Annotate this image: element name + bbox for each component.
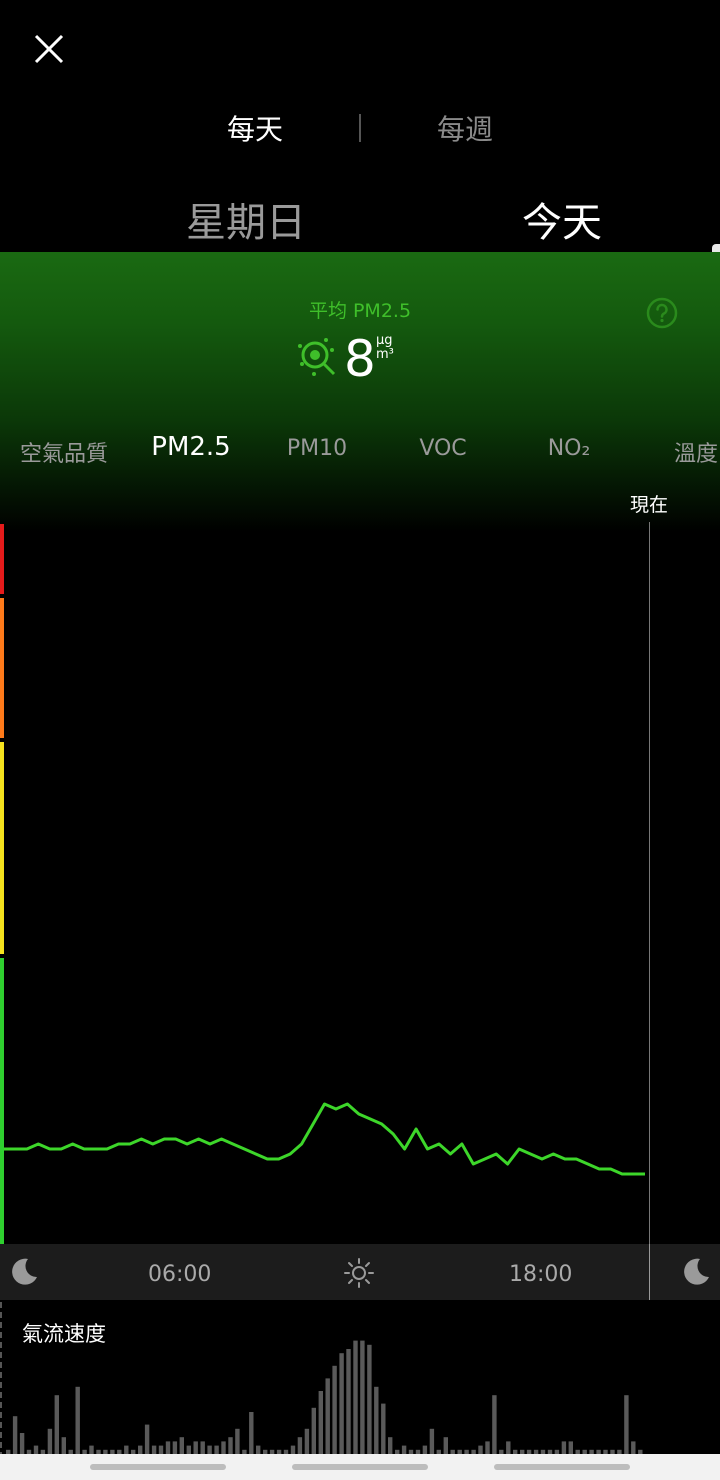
airflow-bar xyxy=(429,1428,435,1454)
unit-bottom: m³ xyxy=(376,347,394,362)
summary-panel xyxy=(0,252,720,532)
help-button[interactable] xyxy=(646,297,678,329)
airflow-bar xyxy=(179,1437,184,1454)
time-axis-now-divider xyxy=(649,1244,650,1300)
metric-tab-pm25[interactable]: PM2.5 xyxy=(146,432,236,462)
airflow-bar xyxy=(151,1445,157,1454)
airflow-bar xyxy=(353,1340,358,1454)
airflow-bar xyxy=(75,1386,80,1454)
airflow-bar xyxy=(568,1441,573,1454)
tab-daily[interactable]: 每天 xyxy=(185,108,325,148)
airflow-bar xyxy=(158,1445,164,1454)
airflow-bar xyxy=(19,1433,25,1454)
time-label-1800: 18:00 xyxy=(509,1262,573,1287)
nav-home-button[interactable] xyxy=(292,1464,428,1470)
airflow-bar xyxy=(256,1445,261,1454)
sun-icon xyxy=(344,1258,374,1288)
airflow-bar xyxy=(61,1437,66,1454)
airflow-bar xyxy=(311,1407,316,1454)
airflow-chart xyxy=(0,1302,643,1454)
airflow-bar xyxy=(304,1428,310,1454)
unit-label: μg m³ xyxy=(376,334,394,362)
metric-tab-no2[interactable]: NO₂ xyxy=(536,436,602,461)
metric-tab-air-quality[interactable]: 空氣品質 xyxy=(18,436,110,468)
airflow-bar xyxy=(138,1445,143,1454)
metric-tab-voc[interactable]: VOC xyxy=(408,436,478,461)
airflow-bar xyxy=(165,1441,171,1454)
moon-icon xyxy=(684,1258,709,1285)
airflow-bar xyxy=(193,1441,198,1454)
airflow-bar xyxy=(374,1386,379,1454)
tab-divider xyxy=(359,114,361,142)
airflow-bar xyxy=(325,1378,330,1454)
airflow-bar xyxy=(624,1395,629,1454)
airflow-bar xyxy=(422,1445,428,1454)
scale-band-yellow xyxy=(0,742,4,954)
airflow-bar xyxy=(631,1441,636,1454)
moon-icon xyxy=(12,1258,38,1285)
airflow-bar xyxy=(200,1441,205,1454)
time-label-0600: 06:00 xyxy=(148,1262,212,1287)
airflow-bar xyxy=(492,1395,497,1454)
airflow-bar xyxy=(47,1428,53,1454)
average-label: 平均 PM2.5 xyxy=(308,300,412,322)
airflow-bar xyxy=(367,1344,372,1454)
airflow-bar xyxy=(124,1445,129,1454)
airflow-bar xyxy=(207,1445,212,1454)
airflow-bar xyxy=(144,1424,150,1454)
pm25-line xyxy=(4,1102,645,1176)
tab-weekly[interactable]: 每週 xyxy=(395,108,535,148)
airflow-bar xyxy=(485,1441,490,1454)
day-tab-sunday[interactable]: 星期日 xyxy=(126,190,366,248)
airflow-label: 氣流速度 xyxy=(22,1322,106,1346)
nav-recent-button[interactable] xyxy=(90,1464,226,1470)
airflow-bar xyxy=(318,1391,323,1454)
pm25-chart xyxy=(0,524,645,1244)
scale-band-green xyxy=(0,958,4,1244)
airflow-bar xyxy=(228,1437,233,1454)
airflow-bar xyxy=(214,1445,219,1454)
average-value: 8 xyxy=(344,330,376,388)
airflow-bar xyxy=(297,1437,303,1454)
metric-tab-temperature[interactable]: 溫度 xyxy=(672,436,720,468)
airflow-bar xyxy=(339,1353,344,1454)
airflow-bar xyxy=(172,1441,178,1454)
airflow-bar xyxy=(381,1403,386,1454)
airflow-bar xyxy=(89,1445,94,1454)
airflow-bar xyxy=(33,1445,39,1454)
scale-band-red xyxy=(0,524,4,594)
airflow-bar xyxy=(12,1416,18,1454)
airflow-bar xyxy=(478,1445,483,1454)
airflow-bar xyxy=(443,1437,448,1454)
airflow-bar xyxy=(506,1441,511,1454)
particle-icon xyxy=(296,336,338,378)
airflow-bar xyxy=(221,1441,226,1454)
airflow-bar xyxy=(332,1365,337,1454)
airflow-bar xyxy=(290,1445,296,1454)
help-icon xyxy=(646,297,678,329)
unit-top: μg xyxy=(376,333,393,348)
now-label: 現在 xyxy=(630,494,669,516)
airflow-bar xyxy=(561,1441,567,1454)
nav-back-button[interactable] xyxy=(494,1464,630,1470)
day-tab-today[interactable]: 今天 xyxy=(442,190,682,248)
close-icon xyxy=(34,34,64,64)
scale-band-orange xyxy=(0,598,4,738)
airflow-bar xyxy=(235,1428,240,1454)
airflow-bar xyxy=(249,1412,254,1454)
airflow-bar xyxy=(54,1395,59,1454)
airflow-bar xyxy=(388,1437,393,1454)
metric-tab-pm10[interactable]: PM10 xyxy=(280,436,354,461)
close-button[interactable] xyxy=(28,28,70,70)
airflow-bar xyxy=(346,1349,351,1454)
airflow-bar xyxy=(186,1445,191,1454)
airflow-bar xyxy=(401,1445,407,1454)
airflow-bar xyxy=(360,1340,365,1454)
